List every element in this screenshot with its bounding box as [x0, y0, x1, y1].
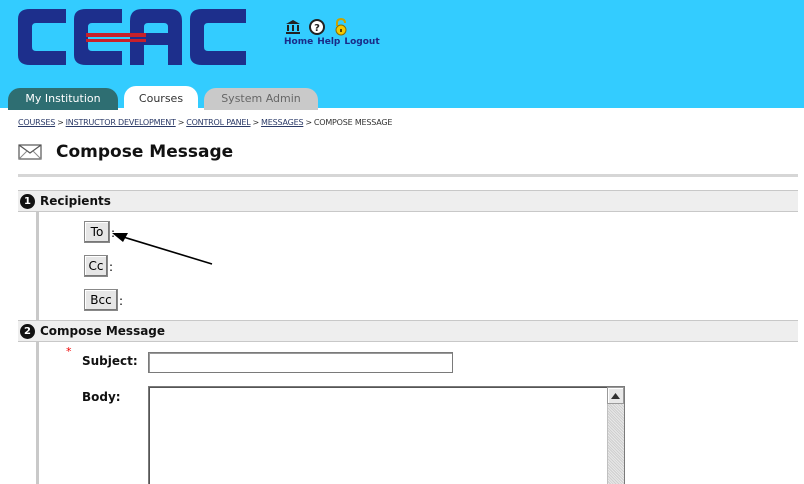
ccac-logo[interactable]: [14, 9, 254, 65]
page-title: Compose Message: [56, 142, 234, 162]
bcc-button[interactable]: Bcc: [84, 289, 118, 311]
header-banner: ? Home Help Logout My Institution Course…: [0, 0, 804, 110]
title-divider: [18, 174, 798, 177]
envelope-icon: [18, 144, 42, 160]
breadcrumb-separator: >: [252, 118, 260, 127]
top-nav: ? Home Help Logout: [284, 17, 380, 47]
section-compose-header: 2 Compose Message: [18, 320, 798, 342]
annotation-arrow: [112, 233, 213, 265]
breadcrumb-current: COMPOSE MESSAGE: [313, 118, 393, 127]
help-icon[interactable]: ?: [308, 18, 326, 36]
help-link[interactable]: Help: [317, 37, 340, 47]
scroll-up-button[interactable]: [607, 387, 624, 404]
section-number-badge: 2: [20, 323, 35, 339]
breadcrumb-messages[interactable]: MESSAGES: [261, 118, 304, 127]
svg-text:?: ?: [314, 23, 320, 34]
section-number-badge: 1: [20, 193, 35, 209]
cc-button[interactable]: Cc: [84, 255, 108, 277]
bcc-colon: :: [119, 294, 124, 308]
section-title: Recipients: [40, 194, 111, 208]
breadcrumb-separator: >: [57, 118, 64, 127]
section-recipients-header: 1 Recipients: [18, 190, 798, 212]
breadcrumb-separator: >: [177, 118, 185, 127]
section-indent-line: [36, 212, 39, 320]
required-marker: *: [66, 345, 72, 358]
body-label: Body:: [82, 390, 121, 404]
home-link[interactable]: Home: [284, 37, 313, 47]
lock-icon[interactable]: [332, 17, 350, 36]
subject-label: Subject:: [82, 354, 138, 368]
tab-system-admin[interactable]: System Admin: [204, 88, 318, 110]
subject-input[interactable]: [148, 352, 453, 373]
breadcrumb-courses[interactable]: COURSES: [18, 118, 55, 127]
breadcrumb-separator: >: [305, 118, 312, 127]
page-title-row: Compose Message: [18, 142, 233, 162]
breadcrumb-control-panel[interactable]: CONTROL PANEL: [186, 118, 250, 127]
page-root: ? Home Help Logout My Institution Course…: [0, 0, 804, 484]
section-title: Compose Message: [40, 324, 166, 338]
breadcrumb: COURSES > INSTRUCTOR DEVELOPMENT > CONTROL P…: [18, 118, 392, 127]
tab-courses[interactable]: Courses: [124, 86, 198, 110]
breadcrumb-instructor-development[interactable]: INSTRUCTOR DEVELOPMENT: [66, 118, 176, 127]
logout-link[interactable]: Logout: [344, 37, 379, 47]
arrow-up-icon: [611, 392, 620, 399]
body-textarea[interactable]: [148, 386, 625, 484]
section-indent-line: [36, 342, 39, 484]
tab-my-institution[interactable]: My Institution: [8, 88, 118, 110]
to-button[interactable]: To: [84, 221, 110, 243]
institution-icon[interactable]: [284, 18, 302, 36]
